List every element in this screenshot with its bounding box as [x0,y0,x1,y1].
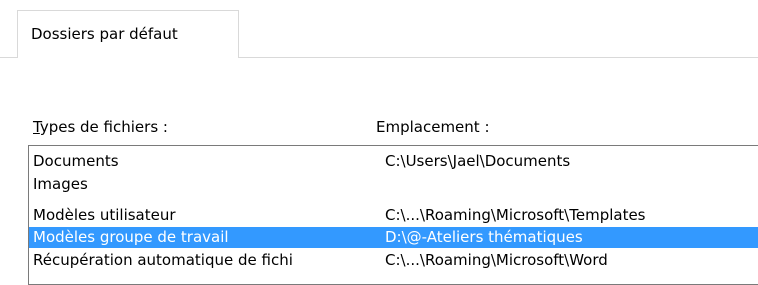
file-location-path: D:\@-Ateliers thématiques [385,228,583,246]
file-location-path: C:\Users\Jael\Documents [385,152,571,170]
file-type-name: Modèles groupe de travail [33,228,229,246]
column-header-file-types: Types de fichiers : [33,118,168,136]
file-locations-list[interactable]: Documents C:\Users\Jael\Documents Images… [28,145,758,285]
column-header-location: Emplacement : [376,118,490,136]
file-location-path: C:\...\Roaming\Microsoft\Templates [385,206,646,224]
file-type-name: Documents [33,152,119,170]
list-item[interactable]: Modèles utilisateur C:\...\Roaming\Micro… [29,205,758,226]
list-item[interactable]: Récupération automatique de fichi C:\...… [29,250,758,271]
list-item-selected[interactable]: Modèles groupe de travail D:\@-Ateliers … [29,227,758,248]
column-header-file-types-label: ypes de fichiers : [39,118,168,136]
file-location-path: C:\...\Roaming\Microsoft\Word [385,251,608,269]
tab-label: Dossiers par défaut [31,25,178,43]
accesskey-letter: T [33,118,40,136]
file-type-name: Récupération automatique de fichi [33,251,293,269]
list-item[interactable]: Images [29,174,758,195]
file-type-name: Modèles utilisateur [33,206,176,224]
list-item[interactable]: Documents C:\Users\Jael\Documents [29,151,758,172]
tab-divider [238,10,239,58]
file-type-name: Images [33,175,88,193]
tab-default-folders[interactable]: Dossiers par défaut [17,10,239,58]
